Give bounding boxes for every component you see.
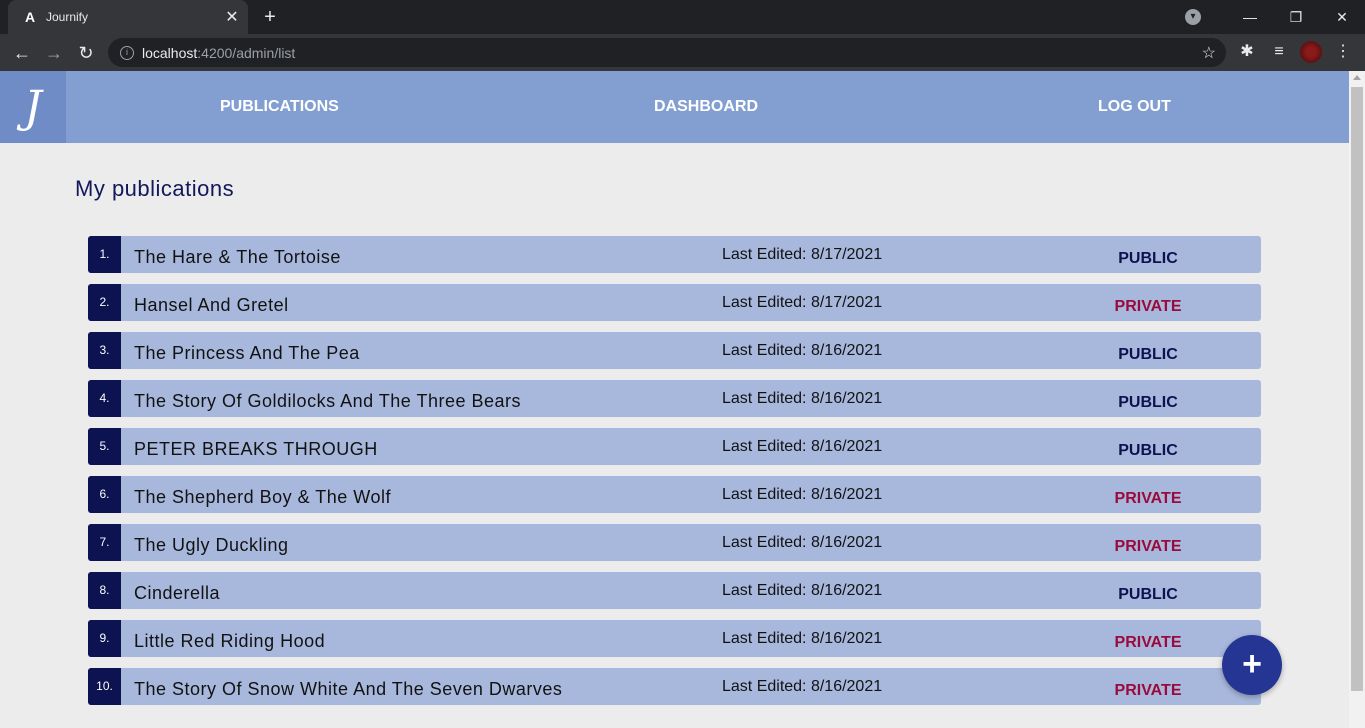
- scroll-up-arrow-icon[interactable]: [1353, 75, 1361, 80]
- publication-row[interactable]: 9. Little Red Riding Hood Last Edited: 8…: [88, 620, 1261, 657]
- row-number: 3.: [88, 332, 121, 369]
- row-number: 2.: [88, 284, 121, 321]
- publication-row[interactable]: 8. Cinderella Last Edited: 8/16/2021 PUB…: [88, 572, 1261, 609]
- status-badge: PRIVATE: [1114, 538, 1182, 555]
- publication-row[interactable]: 6. The Shepherd Boy & The Wolf Last Edit…: [88, 476, 1261, 513]
- last-edited-date: Last Edited: 8/16/2021: [722, 486, 883, 503]
- last-edited-date: Last Edited: 8/16/2021: [722, 678, 883, 695]
- add-publication-button[interactable]: +: [1222, 635, 1282, 695]
- nav-log-out[interactable]: LOG OUT: [1098, 71, 1171, 143]
- browser-toolbar: ← → ↻ i localhost:4200/admin/list ☆ ✱ ≡ …: [0, 34, 1365, 71]
- publication-title: PETER BREAKS THROUGH: [134, 439, 378, 459]
- star-icon[interactable]: ☆: [1202, 43, 1216, 63]
- publication-row[interactable]: 10. The Story Of Snow White And The Seve…: [88, 668, 1261, 705]
- publication-row[interactable]: 3. The Princess And The Pea Last Edited:…: [88, 332, 1261, 369]
- status-badge: PRIVATE: [1114, 490, 1182, 507]
- row-number: 6.: [88, 476, 121, 513]
- status-badge: PUBLIC: [1118, 250, 1178, 267]
- row-number: 5.: [88, 428, 121, 465]
- info-icon[interactable]: i: [120, 45, 134, 60]
- publication-title: Cinderella: [134, 583, 221, 603]
- reload-icon[interactable]: ↻: [70, 37, 102, 69]
- tab-title: Journify: [46, 10, 89, 24]
- publication-row[interactable]: 2. Hansel And Gretel Last Edited: 8/17/2…: [88, 284, 1261, 321]
- back-arrow-icon[interactable]: ←: [6, 37, 38, 69]
- status-badge: PUBLIC: [1118, 394, 1178, 411]
- media-queue-icon[interactable]: ≡: [1268, 38, 1290, 66]
- publication-title: Little Red Riding Hood: [134, 631, 326, 651]
- publication-row[interactable]: 1. The Hare & The Tortoise Last Edited: …: [88, 236, 1261, 273]
- address-bar[interactable]: i localhost:4200/admin/list ☆: [108, 38, 1226, 67]
- window-controls: ▾ — ❐ ✕: [1185, 0, 1365, 34]
- publication-title: The Ugly Duckling: [134, 535, 289, 555]
- status-badge: PUBLIC: [1118, 442, 1178, 459]
- row-number: 7.: [88, 524, 121, 561]
- kebab-menu-icon[interactable]: ⋮: [1332, 38, 1354, 66]
- publication-row[interactable]: 5. PETER BREAKS THROUGH Last Edited: 8/1…: [88, 428, 1261, 465]
- angular-favicon-icon: A: [24, 9, 36, 25]
- status-badge: PRIVATE: [1114, 682, 1182, 699]
- last-edited-date: Last Edited: 8/16/2021: [722, 630, 883, 647]
- publication-title: The Story Of Goldilocks And The Three Be…: [134, 391, 522, 411]
- row-number: 4.: [88, 380, 121, 417]
- publication-row[interactable]: 7. The Ugly Duckling Last Edited: 8/16/2…: [88, 524, 1261, 561]
- restore-button[interactable]: ❐: [1273, 9, 1319, 26]
- new-tab-button[interactable]: +: [258, 5, 282, 29]
- last-edited-date: Last Edited: 8/16/2021: [722, 390, 883, 407]
- browser-tab-bar: A Journify ✕ + ▾ — ❐ ✕: [0, 0, 1365, 34]
- row-number: 8.: [88, 572, 121, 609]
- page-scrollbar[interactable]: [1349, 71, 1365, 728]
- profile-avatar[interactable]: [1300, 41, 1322, 63]
- journify-logo[interactable]: J: [0, 71, 66, 143]
- row-number: 10.: [88, 668, 121, 705]
- url-path: :4200/admin/list: [197, 44, 296, 61]
- close-window-button[interactable]: ✕: [1319, 9, 1365, 26]
- puzzle-icon[interactable]: ✱: [1236, 38, 1258, 66]
- status-badge: PUBLIC: [1118, 586, 1178, 603]
- publication-title: The Hare & The Tortoise: [134, 247, 341, 267]
- last-edited-date: Last Edited: 8/17/2021: [722, 294, 883, 311]
- forward-arrow-icon[interactable]: →: [38, 37, 70, 69]
- last-edited-date: Last Edited: 8/16/2021: [722, 534, 883, 551]
- tab-search-icon[interactable]: ▾: [1185, 9, 1201, 25]
- status-badge: PRIVATE: [1114, 634, 1182, 651]
- scroll-thumb[interactable]: [1351, 87, 1363, 691]
- publication-list: 1. The Hare & The Tortoise Last Edited: …: [88, 236, 1261, 716]
- app-header: J PUBLICATIONS DASHBOARD LOG OUT: [0, 71, 1349, 143]
- row-number: 9.: [88, 620, 121, 657]
- close-tab-icon[interactable]: ✕: [220, 7, 244, 27]
- page-title: My publications: [75, 176, 235, 201]
- publication-title: The Princess And The Pea: [134, 343, 360, 363]
- nav-dashboard[interactable]: DASHBOARD: [654, 71, 758, 143]
- plus-icon: +: [1242, 645, 1262, 683]
- status-badge: PRIVATE: [1114, 298, 1182, 315]
- last-edited-date: Last Edited: 8/16/2021: [722, 438, 883, 455]
- publication-row[interactable]: 4. The Story Of Goldilocks And The Three…: [88, 380, 1261, 417]
- minimize-button[interactable]: —: [1227, 9, 1273, 25]
- extensions-area: ✱ ≡ ⋮: [1236, 38, 1354, 66]
- nav-publications[interactable]: PUBLICATIONS: [220, 71, 339, 143]
- publication-title: The Story Of Snow White And The Seven Dw…: [134, 679, 563, 699]
- publication-title: Hansel And Gretel: [134, 295, 289, 315]
- url-host: localhost: [142, 44, 198, 61]
- last-edited-date: Last Edited: 8/17/2021: [722, 246, 883, 263]
- status-badge: PUBLIC: [1118, 346, 1178, 363]
- browser-tab[interactable]: A Journify ✕: [8, 0, 248, 34]
- last-edited-date: Last Edited: 8/16/2021: [722, 342, 883, 359]
- row-number: 1.: [88, 236, 121, 273]
- last-edited-date: Last Edited: 8/16/2021: [722, 582, 883, 599]
- publication-title: The Shepherd Boy & The Wolf: [134, 487, 391, 507]
